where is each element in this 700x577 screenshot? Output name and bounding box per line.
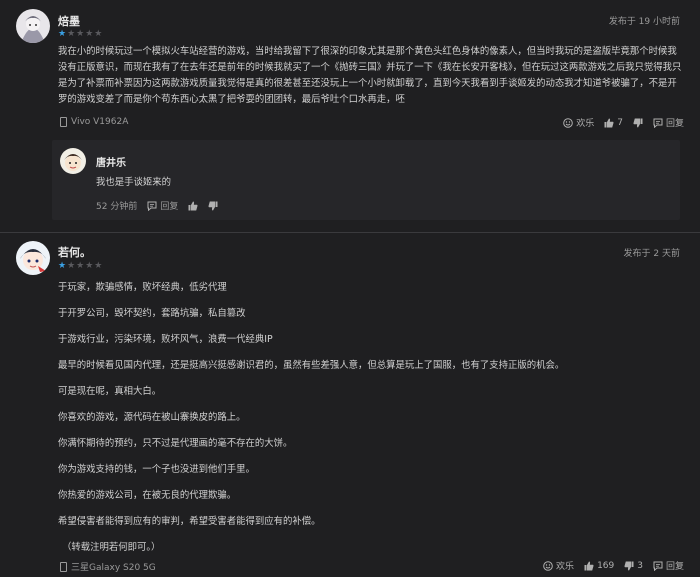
review-paragraph: （转载注明若何即可。） xyxy=(62,542,161,553)
thumbs-down-icon xyxy=(633,118,643,127)
reply-button[interactable]: 回复 xyxy=(653,559,684,572)
phone-icon xyxy=(60,117,67,127)
review-actions: 欢乐 169 3 回复 xyxy=(533,559,684,572)
fun-label: 欢乐 xyxy=(576,119,595,129)
review-card: 若何。 ★★★★★ 发布于 2 天前 于玩家，欺骗感情，败坏经典，低劣代理 于开… xyxy=(0,232,700,577)
post-time: 发布于 2 天前 xyxy=(623,249,680,259)
review-paragraph: 可是现在呢，真相大白。 xyxy=(58,386,162,397)
review-paragraph: 你热爱的游戏公司，在被无良的代理欺骗。 xyxy=(58,490,237,501)
like-button[interactable]: 169 xyxy=(584,561,614,571)
reply-username[interactable]: 唐井乐 xyxy=(96,154,126,169)
thumbs-up-icon xyxy=(584,561,594,570)
avatar[interactable] xyxy=(16,9,50,43)
thumbs-down-icon xyxy=(208,201,218,210)
dislike-count: 3 xyxy=(637,560,643,571)
comment-icon xyxy=(653,118,663,128)
review-card: 焙墨 ★★★★★ 发布于 19 小时前 我在小的时候玩过一个模拟火车站经营的游戏… xyxy=(0,0,700,232)
fun-label: 欢乐 xyxy=(556,562,575,572)
avatar[interactable] xyxy=(16,241,50,275)
reply-label: 回复 xyxy=(160,202,179,212)
username[interactable]: 焙墨 xyxy=(58,13,80,29)
star-icon: ★ xyxy=(58,261,68,271)
like-count: 7 xyxy=(617,117,623,128)
reply-card: 唐井乐 我也是手谈姬来的 52 分钟前 回复 xyxy=(52,140,680,220)
review-paragraph: 你为游戏支持的钱，一个子也没进到他们手里。 xyxy=(58,464,255,475)
reply-time: 52 分钟前 xyxy=(96,202,138,212)
reply-button[interactable]: 回复 xyxy=(147,199,178,212)
reply-label: 回复 xyxy=(665,562,684,572)
like-button[interactable]: 7 xyxy=(604,118,623,128)
dislike-button[interactable] xyxy=(208,201,218,211)
fun-button[interactable]: 欢乐 xyxy=(543,559,574,572)
fun-button[interactable]: 欢乐 xyxy=(563,116,594,129)
review-paragraph: 你喜欢的游戏，源代码在被山寨换皮的路上。 xyxy=(58,412,246,423)
star-rating: ★★★★★ xyxy=(58,261,103,271)
dislike-button[interactable] xyxy=(633,118,643,128)
device-label: Vivo V1962A xyxy=(60,117,128,127)
star-rating: ★★★★★ xyxy=(58,29,103,39)
device-name: 三星Galaxy S20 5G xyxy=(71,563,156,573)
review-paragraph: 于游戏行业，污染环境，败坏风气，浪费一代经典IP xyxy=(58,334,273,345)
device-label: 三星Galaxy S20 5G xyxy=(60,560,156,573)
star-icon: ★ xyxy=(58,29,68,39)
review-body: 我在小的时候玩过一个模拟火车站经营的游戏，当时给我留下了很深的印象尤其是那个黄色… xyxy=(58,46,682,105)
thumbs-up-icon xyxy=(604,118,614,127)
phone-icon xyxy=(60,561,67,572)
comment-icon xyxy=(653,561,663,571)
star-icon: ★★★★ xyxy=(67,261,104,271)
review-paragraph: 于开罗公司，毁坏契约，套路坑骗，私自篡改 xyxy=(58,308,246,319)
thumbs-down-icon xyxy=(624,561,634,570)
avatar[interactable] xyxy=(60,148,86,174)
review-paragraph: 最早的时候看见国内代理，还是挺高兴挺感谢识君的，虽然有些差强人意，但总算是玩上了… xyxy=(58,360,565,371)
reply-text: 我也是手谈姬来的 xyxy=(96,177,172,188)
dislike-button[interactable]: 3 xyxy=(624,561,643,571)
review-actions: 欢乐 7 回复 xyxy=(553,116,684,129)
review-paragraph: 于玩家，欺骗感情，败坏经典，低劣代理 xyxy=(58,282,227,293)
reply-button[interactable]: 回复 xyxy=(653,116,684,129)
smile-icon xyxy=(543,560,553,571)
review-paragraph: 你满怀期待的预约，只不过是代理画的毫不存在的大饼。 xyxy=(58,438,293,449)
comment-icon xyxy=(147,201,157,211)
post-time: 发布于 19 小时前 xyxy=(608,17,680,27)
username[interactable]: 若何。 xyxy=(58,244,91,260)
thumbs-up-icon xyxy=(188,201,198,210)
star-icon: ★★★★ xyxy=(67,29,104,39)
smile-icon xyxy=(563,117,574,128)
reply-meta: 52 分钟前 回复 xyxy=(96,199,218,212)
review-paragraph: 希望侵害者能得到应有的审判，希望受害者能得到应有的补偿。 xyxy=(58,516,321,527)
like-count: 169 xyxy=(597,560,615,571)
like-button[interactable] xyxy=(188,201,198,211)
device-name: Vivo V1962A xyxy=(71,117,129,127)
reply-label: 回复 xyxy=(665,119,684,129)
